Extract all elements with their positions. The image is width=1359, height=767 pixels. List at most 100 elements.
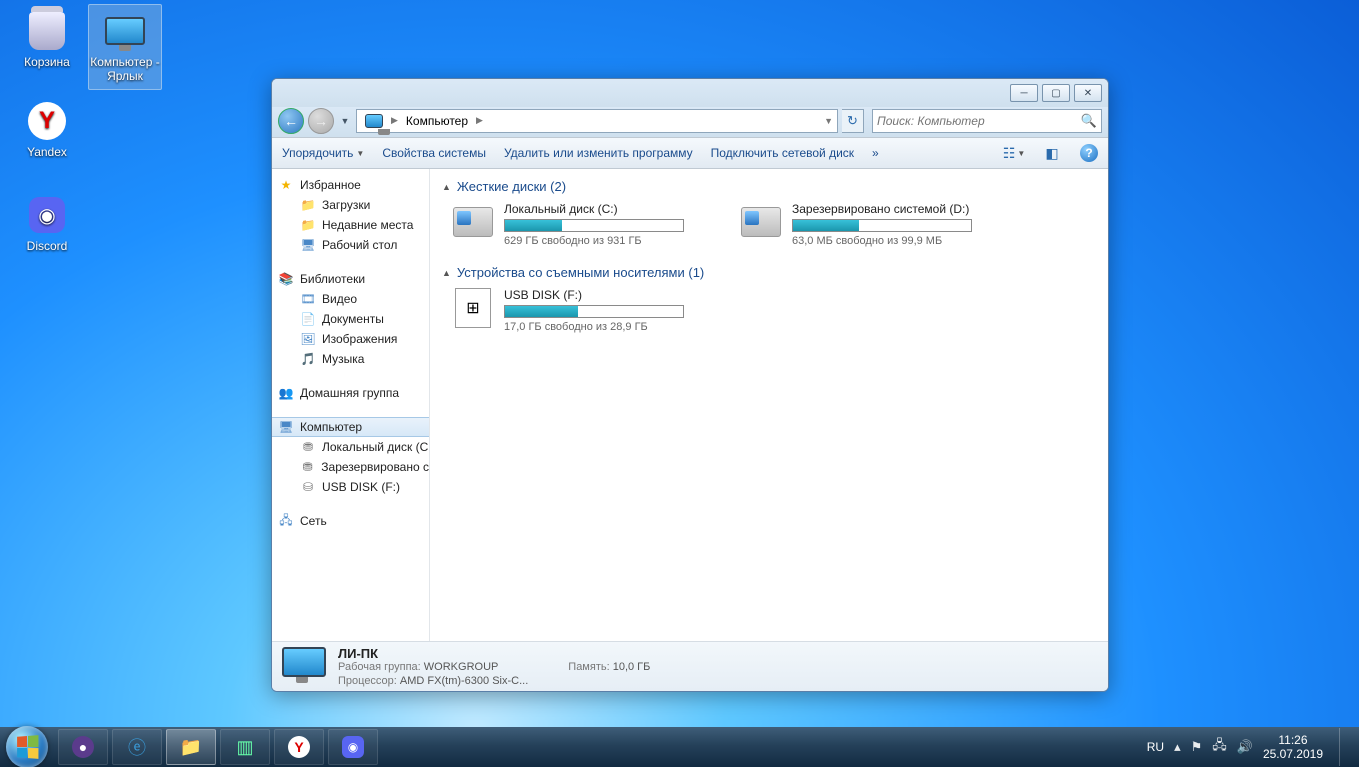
category-removable[interactable]: ▲Устройства со съемными носителями (1) bbox=[442, 265, 1096, 280]
nav-pictures[interactable]: 🖼Изображения bbox=[272, 329, 429, 349]
drive-c[interactable]: Локальный диск (C:) 629 ГБ свободно из 9… bbox=[452, 202, 698, 247]
nav-homegroup[interactable]: 👥Домашняя группа bbox=[272, 383, 429, 403]
desktop-icon-discord[interactable]: ◉ Discord bbox=[10, 188, 84, 260]
system-properties-button[interactable]: Свойства системы bbox=[382, 146, 486, 160]
clock[interactable]: 11:26 25.07.2019 bbox=[1263, 733, 1323, 762]
desktop-icon-label: Корзина bbox=[24, 55, 70, 69]
computer-icon bbox=[282, 647, 328, 687]
nav-drive-f[interactable]: ⛁USB DISK (F:) bbox=[272, 477, 429, 497]
usb-drive-icon: ⊞ bbox=[452, 288, 494, 328]
yandex-icon: Y bbox=[23, 99, 71, 143]
taskbar-yandex-pin[interactable]: ● bbox=[58, 729, 108, 765]
star-icon: ★ bbox=[278, 177, 294, 193]
desktop-icon-yandex[interactable]: Y Yandex bbox=[10, 94, 84, 166]
nav-downloads[interactable]: 📁Загрузки bbox=[272, 195, 429, 215]
nav-favorites[interactable]: ★Избранное bbox=[272, 175, 429, 195]
preview-pane-button[interactable]: ◧ bbox=[1042, 143, 1062, 163]
category-hard-drives[interactable]: ▲Жесткие диски (2) bbox=[442, 179, 1096, 194]
language-indicator[interactable]: RU bbox=[1147, 740, 1164, 754]
drive-free-text: 629 ГБ свободно из 931 ГБ bbox=[504, 235, 698, 247]
collapse-icon: ▲ bbox=[442, 182, 451, 192]
computer-icon: 🖥 bbox=[278, 419, 294, 435]
desktop-icon: 🖥 bbox=[300, 237, 316, 253]
show-hidden-icons[interactable]: ▴ bbox=[1174, 739, 1181, 755]
volume-icon[interactable]: 🔊 bbox=[1237, 739, 1253, 755]
drive-free-text: 63,0 МБ свободно из 99,9 МБ bbox=[792, 235, 986, 247]
video-icon: 🎞 bbox=[300, 291, 316, 307]
view-options-button[interactable]: ☷▼ bbox=[1004, 143, 1024, 163]
taskbar-discord[interactable]: ◉ bbox=[328, 729, 378, 765]
drive-label: Зарезервировано системой (D:) bbox=[792, 202, 986, 216]
taskbar-app[interactable]: ▥ bbox=[220, 729, 270, 765]
desktop-icon-computer-shortcut[interactable]: Компьютер - Ярлык bbox=[88, 4, 162, 90]
action-center-icon[interactable]: ⚑ bbox=[1191, 739, 1203, 755]
search-input[interactable] bbox=[877, 114, 1081, 128]
search-box[interactable]: 🔍 bbox=[872, 109, 1102, 133]
nav-network[interactable]: 🖧Сеть bbox=[272, 511, 429, 531]
refresh-button[interactable]: ↻ bbox=[842, 109, 864, 133]
network-icon: 🖧 bbox=[278, 513, 294, 529]
breadcrumb-segment[interactable]: Компьютер bbox=[400, 110, 474, 132]
discord-icon: ◉ bbox=[23, 193, 71, 237]
nav-history-dropdown[interactable]: ▼ bbox=[338, 108, 352, 134]
desktop-icon-label: Компьютер - Ярлык bbox=[90, 55, 159, 83]
navigation-pane: ★Избранное 📁Загрузки 📁Недавние места 🖥Ра… bbox=[272, 169, 430, 641]
chevron-right-icon: ▶ bbox=[474, 115, 485, 126]
desktop-icon-recycle-bin[interactable]: Корзина bbox=[10, 4, 84, 90]
uninstall-program-button[interactable]: Удалить или изменить программу bbox=[504, 146, 693, 160]
document-icon: 📄 bbox=[300, 311, 316, 327]
nav-forward-button[interactable]: → bbox=[308, 108, 334, 134]
nav-recent[interactable]: 📁Недавние места bbox=[272, 215, 429, 235]
homegroup-icon: 👥 bbox=[278, 385, 294, 401]
nav-music[interactable]: 🎵Музыка bbox=[272, 349, 429, 369]
taskbar-ie-pin[interactable]: ⓔ bbox=[112, 729, 162, 765]
library-icon: 📚 bbox=[278, 271, 294, 287]
toolbar: Упорядочить▼ Свойства системы Удалить ил… bbox=[272, 137, 1108, 169]
capacity-bar bbox=[792, 219, 972, 232]
titlebar[interactable]: ─ ▢ ✕ bbox=[272, 79, 1108, 107]
nav-drive-c[interactable]: ⛃Локальный диск (C bbox=[272, 437, 429, 457]
drive-d[interactable]: Зарезервировано системой (D:) 63,0 МБ св… bbox=[740, 202, 986, 247]
chevron-down-icon[interactable]: ▼ bbox=[822, 116, 835, 126]
breadcrumb[interactable]: ▶ Компьютер ▶ ▼ bbox=[356, 109, 838, 133]
nav-documents[interactable]: 📄Документы bbox=[272, 309, 429, 329]
capacity-bar bbox=[504, 219, 684, 232]
detail-computer-name: ЛИ-ПК bbox=[338, 646, 378, 661]
toolbar-overflow[interactable]: » bbox=[872, 146, 879, 160]
network-icon[interactable]: 🖧 bbox=[1212, 736, 1227, 758]
taskbar-yandex[interactable]: Y bbox=[274, 729, 324, 765]
start-button[interactable] bbox=[6, 726, 48, 767]
drive-icon: ⛃ bbox=[300, 459, 315, 475]
close-button[interactable]: ✕ bbox=[1074, 84, 1102, 102]
nav-back-button[interactable]: ← bbox=[278, 108, 304, 134]
desktop-icon-label: Yandex bbox=[27, 145, 67, 159]
clock-time: 11:26 bbox=[1263, 733, 1323, 747]
maximize-button[interactable]: ▢ bbox=[1042, 84, 1070, 102]
help-button[interactable]: ? bbox=[1080, 144, 1098, 162]
nav-drive-d[interactable]: ⛃Зарезервировано с bbox=[272, 457, 429, 477]
folder-icon: 📁 bbox=[300, 197, 316, 213]
computer-icon bbox=[359, 110, 389, 132]
content-pane: ▲Жесткие диски (2) Локальный диск (C:) 6… bbox=[430, 169, 1108, 641]
nav-desktop[interactable]: 🖥Рабочий стол bbox=[272, 235, 429, 255]
hdd-icon bbox=[452, 202, 494, 242]
show-desktop-button[interactable] bbox=[1339, 728, 1349, 766]
usb-icon: ⛁ bbox=[300, 479, 316, 495]
drive-icon: ⛃ bbox=[300, 439, 316, 455]
music-icon: 🎵 bbox=[300, 351, 316, 367]
explorer-window: ─ ▢ ✕ ← → ▼ ▶ Компьютер ▶ ▼ ↻ 🔍 Упорядоч… bbox=[271, 78, 1109, 692]
map-network-drive-button[interactable]: Подключить сетевой диск bbox=[711, 146, 854, 160]
minimize-button[interactable]: ─ bbox=[1010, 84, 1038, 102]
drive-label: USB DISK (F:) bbox=[504, 288, 698, 302]
taskbar: ● ⓔ 📁 ▥ Y ◉ RU ▴ ⚑ 🖧 🔊 11:26 25.07.2019 bbox=[0, 727, 1359, 767]
desktop-icon-label: Discord bbox=[27, 239, 68, 253]
drive-f[interactable]: ⊞ USB DISK (F:) 17,0 ГБ свободно из 28,9… bbox=[452, 288, 698, 333]
drive-label: Локальный диск (C:) bbox=[504, 202, 698, 216]
nav-videos[interactable]: 🎞Видео bbox=[272, 289, 429, 309]
picture-icon: 🖼 bbox=[300, 331, 316, 347]
nav-libraries[interactable]: 📚Библиотеки bbox=[272, 269, 429, 289]
chevron-right-icon: ▶ bbox=[389, 115, 400, 126]
nav-computer[interactable]: 🖥Компьютер bbox=[272, 417, 429, 437]
taskbar-explorer[interactable]: 📁 bbox=[166, 729, 216, 765]
organize-menu[interactable]: Упорядочить▼ bbox=[282, 146, 364, 160]
